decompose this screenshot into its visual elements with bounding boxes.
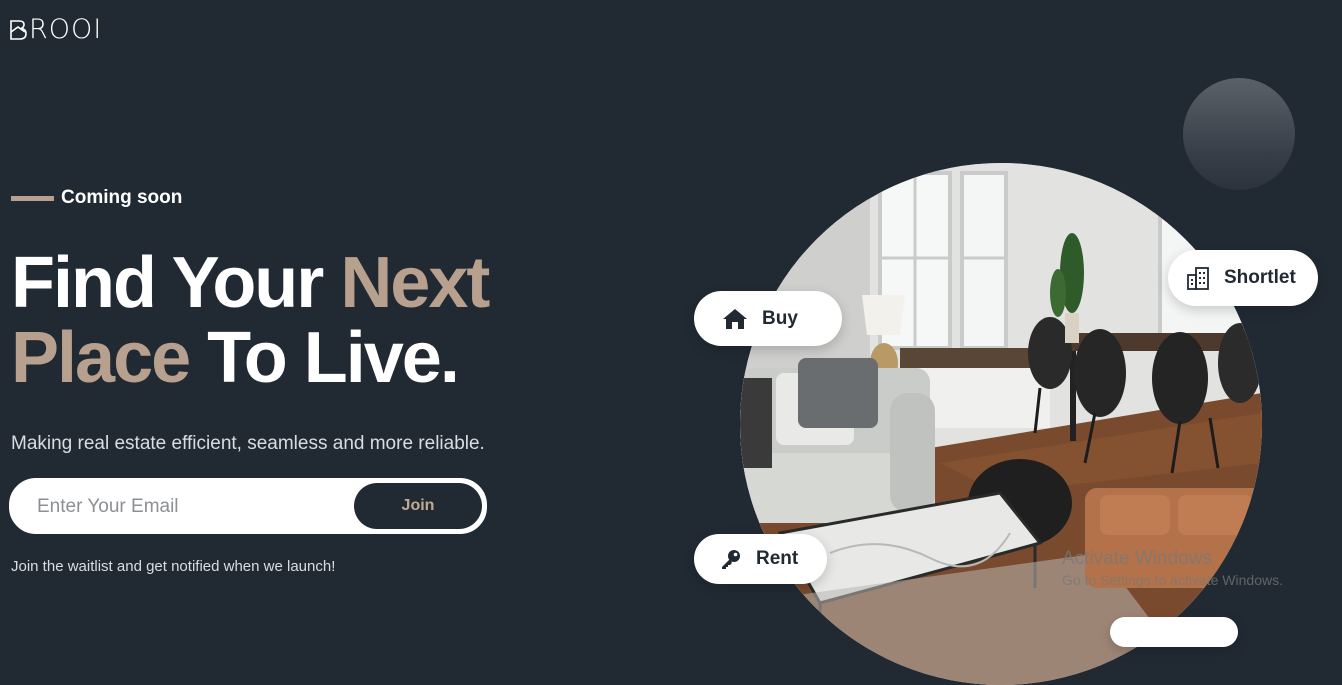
waitlist-form: Join	[9, 478, 487, 534]
headline-accent-next: Next	[340, 243, 490, 323]
living-room-photo	[740, 163, 1262, 685]
category-rent-label: Rent	[756, 548, 799, 569]
brand-logo[interactable]: ROOI	[8, 14, 102, 45]
category-buy-label: Buy	[762, 307, 798, 329]
watermark-title: Activate Windows	[1062, 548, 1212, 569]
watermark-subtitle: Go to Settings to activate Windows.	[1062, 572, 1283, 588]
category-rent[interactable]: Rent	[694, 534, 827, 584]
category-pill-partial[interactable]	[1110, 617, 1238, 647]
category-buy[interactable]: Buy	[694, 291, 842, 346]
tag-divider	[11, 195, 54, 201]
key-icon	[722, 550, 740, 569]
waitlist-note: Join the waitlist and get notified when …	[11, 558, 336, 575]
windows-activation-watermark: Activate Windows Go to Settings to activ…	[1062, 548, 1283, 588]
email-input[interactable]	[35, 480, 354, 534]
hero-subtitle: Making real estate efficient, seamless a…	[11, 433, 485, 454]
join-button[interactable]: Join	[354, 483, 482, 529]
headline-part-1: Find Your	[11, 243, 341, 323]
coming-soon-tag: Coming soon	[11, 187, 182, 209]
headline-part-2: To Live.	[189, 318, 460, 398]
home-icon	[723, 308, 747, 329]
building-icon	[1187, 267, 1209, 290]
category-shortlet-label: Shortlet	[1224, 267, 1296, 288]
category-shortlet[interactable]: Shortlet	[1168, 250, 1318, 306]
hero-headline: Find Your Next Place To Live.	[11, 243, 490, 398]
tag-label: Coming soon	[61, 187, 183, 208]
decorative-orb	[1183, 78, 1295, 190]
b-house-mark-icon	[10, 19, 27, 40]
headline-accent-place: Place	[11, 318, 191, 398]
brand-name: ROOI	[29, 14, 103, 45]
